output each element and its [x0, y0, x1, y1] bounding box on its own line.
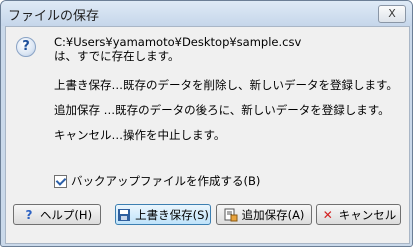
close-button[interactable]: X — [378, 5, 406, 23]
checkbox-check-icon[interactable] — [54, 174, 67, 188]
help-button-label: ヘルプ(H) — [39, 207, 93, 222]
help-icon: ? — [25, 207, 33, 222]
exists-message: は、すでに存在します。 — [54, 49, 180, 63]
floppy-icon — [117, 208, 131, 222]
help-button[interactable]: ? ヘルプ(H) — [13, 204, 101, 225]
append-save-button[interactable]: 追加保存(A) — [216, 204, 312, 225]
overwrite-description: 上書き保存…既存のデータを削除し、新しいデータを登録します。 — [54, 78, 398, 92]
window-title: ファイルの保存 — [8, 9, 100, 24]
question-icon: ? — [16, 37, 36, 57]
file-path: C:¥Users¥yamamoto¥Desktop¥sample.csv — [54, 35, 302, 49]
append-description: 追加保存 …既存のデータの後ろに、新しいデータを登録します。 — [54, 103, 390, 117]
cancel-description: キャンセル…操作を中止します。 — [54, 128, 226, 142]
title-bar: ファイルの保存 X — [1, 1, 412, 26]
append-button-label: 追加保存(A) — [241, 207, 305, 222]
dialog-window: ファイルの保存 X ? C:¥Users¥yamamoto¥Desktop¥sa… — [0, 0, 413, 247]
cancel-button-label: キャンセル — [338, 207, 397, 222]
dialog-body: ? C:¥Users¥yamamoto¥Desktop¥sample.csv は… — [5, 26, 410, 244]
cancel-x-icon: ✕ — [322, 207, 333, 222]
append-icon — [224, 208, 238, 222]
overwrite-button-label: 上書き保存(S) — [135, 207, 209, 222]
backup-label: バックアップファイルを作成する(B) — [71, 174, 261, 188]
overwrite-save-button[interactable]: 上書き保存(S) — [115, 204, 211, 225]
backup-checkbox[interactable]: バックアップファイルを作成する(B) — [54, 173, 260, 189]
cancel-button[interactable]: ✕ キャンセル — [316, 204, 401, 225]
